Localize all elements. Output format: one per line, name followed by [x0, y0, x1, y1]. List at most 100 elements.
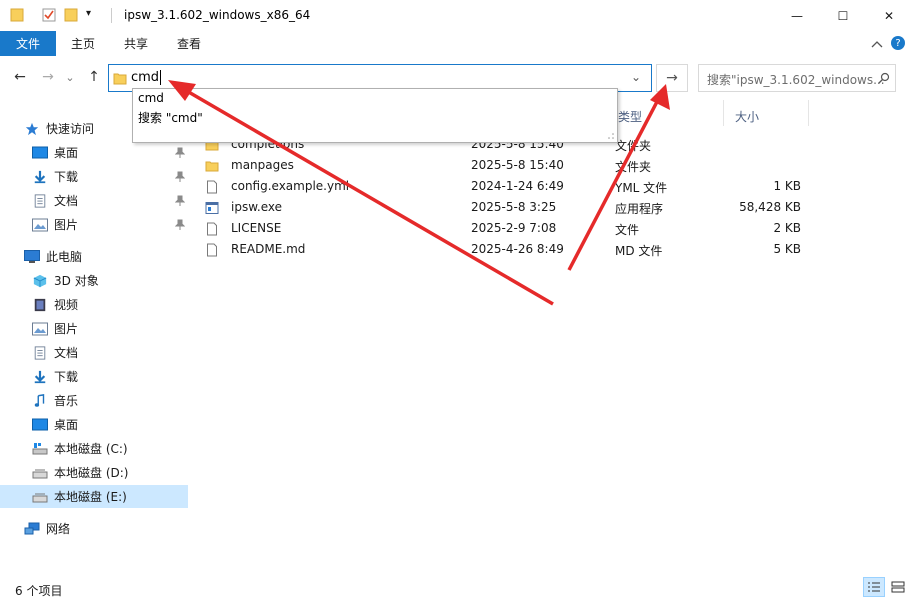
- file-row[interactable]: manpages 2025-5-8 15:40 文件夹: [205, 155, 815, 176]
- sidebar-item-label: 图片: [54, 218, 79, 232]
- search-box[interactable]: 搜索"ipsw_3.1.602_windows...: [698, 64, 896, 92]
- close-button[interactable]: ✕: [866, 0, 911, 31]
- title-bar: ▾ ipsw_3.1.602_windows_x86_64 — ☐ ✕: [0, 0, 911, 31]
- chevron-down-icon[interactable]: ⌄: [631, 70, 641, 84]
- folder-icon: [10, 8, 24, 22]
- sidebar-item-desktop-pc[interactable]: 桌面: [0, 413, 188, 436]
- pin-icon[interactable]: [175, 147, 185, 159]
- item-count: 6 个项目: [15, 584, 63, 598]
- download-icon: [34, 170, 46, 183]
- network-icon: [24, 522, 40, 534]
- sidebar-item-desktop[interactable]: 桌面: [0, 141, 188, 164]
- sidebar-item-documents-pc[interactable]: 文档: [0, 341, 188, 364]
- file-row[interactable]: LICENSE 2025-2-9 7:08 文件 2 KB: [205, 218, 815, 239]
- file-name: manpages: [231, 158, 294, 172]
- sidebar-item-label: 网络: [46, 522, 71, 536]
- pin-icon[interactable]: [175, 219, 185, 231]
- maximize-button[interactable]: ☐: [820, 0, 866, 31]
- file-icon: [207, 180, 217, 193]
- sidebar-item-pictures[interactable]: 图片: [0, 213, 188, 236]
- quick-access-toolbar-dropdown[interactable]: ▾: [86, 8, 91, 19]
- window-title: ipsw_3.1.602_windows_x86_64: [124, 8, 311, 22]
- up-button[interactable]: ↑: [83, 66, 105, 88]
- drive-icon: [32, 442, 48, 454]
- sidebar-item-label: 桌面: [54, 418, 79, 432]
- recent-locations-button[interactable]: ⌄: [62, 66, 78, 88]
- file-row[interactable]: ipsw.exe 2025-5-8 3:25 应用程序 58,428 KB: [205, 197, 815, 218]
- minimize-button[interactable]: —: [774, 0, 820, 31]
- sidebar-item-label: 本地磁盘 (E:): [54, 490, 127, 504]
- file-icon: [207, 222, 217, 235]
- column-separator[interactable]: [808, 100, 809, 126]
- sidebar-item-label: 本地磁盘 (D:): [54, 466, 129, 480]
- navigation-pane: 快速访问 桌面 下载 文档 图片 此电脑 3D 对象 视频 图片 文档 下载 音…: [0, 110, 190, 570]
- sidebar-item-3d-objects[interactable]: 3D 对象: [0, 269, 188, 292]
- computer-icon: [24, 249, 40, 263]
- file-row[interactable]: config.example.yml 2024-1-24 6:49 YML 文件…: [205, 176, 815, 197]
- sidebar-item-documents[interactable]: 文档: [0, 189, 188, 212]
- sidebar-item-label: 视频: [54, 298, 79, 312]
- picture-icon: [32, 322, 48, 335]
- folder-icon: [205, 161, 219, 171]
- download-icon: [34, 370, 46, 383]
- file-date: 2025-2-9 7:08: [471, 221, 557, 235]
- sidebar-item-music[interactable]: 音乐: [0, 389, 188, 412]
- tab-share[interactable]: 共享: [111, 31, 161, 56]
- column-separator[interactable]: [723, 100, 724, 126]
- file-list: 类型 大小 completions 2025-5-8 15:40 文件夹 man…: [190, 100, 911, 570]
- properties-icon[interactable]: [42, 8, 56, 22]
- new-folder-icon[interactable]: [64, 8, 78, 22]
- large-icons-view-icon: [891, 581, 905, 593]
- back-button[interactable]: ←: [9, 66, 31, 88]
- details-view-button[interactable]: [863, 577, 885, 597]
- pin-icon[interactable]: [175, 195, 185, 207]
- file-row[interactable]: README.md 2025-4-26 8:49 MD 文件 5 KB: [205, 239, 815, 260]
- sidebar-item-downloads[interactable]: 下载: [0, 165, 188, 188]
- video-icon: [34, 298, 46, 311]
- ribbon: 文件 主页 共享 查看 ?: [0, 31, 911, 56]
- column-header-type[interactable]: 类型: [618, 108, 642, 125]
- sidebar-item-label: 此电脑: [46, 250, 83, 264]
- address-input[interactable]: cmd: [131, 70, 162, 85]
- file-name: ipsw.exe: [231, 200, 283, 214]
- sidebar-item-label: 下载: [54, 370, 79, 384]
- tab-home[interactable]: 主页: [58, 31, 108, 56]
- sidebar-item-this-pc[interactable]: 此电脑: [0, 245, 188, 268]
- search-input[interactable]: 搜索"ipsw_3.1.602_windows...: [707, 71, 885, 88]
- pin-icon[interactable]: [175, 171, 185, 183]
- sidebar-item-drive-e[interactable]: 本地磁盘 (E:): [0, 485, 188, 508]
- resize-grip-icon[interactable]: [607, 132, 615, 140]
- tab-file[interactable]: 文件: [0, 31, 56, 56]
- go-button[interactable]: →: [656, 64, 688, 92]
- sidebar-item-network[interactable]: 网络: [0, 517, 188, 540]
- folder-icon: [113, 73, 127, 85]
- chevron-up-icon[interactable]: [871, 39, 883, 49]
- sidebar-item-pictures-pc[interactable]: 图片: [0, 317, 188, 340]
- forward-button[interactable]: →: [37, 66, 59, 88]
- drive-icon: [32, 469, 48, 478]
- file-type: 文件夹: [615, 139, 652, 153]
- file-icon: [207, 243, 217, 256]
- search-icon[interactable]: [878, 72, 890, 84]
- sidebar-item-label: 文档: [54, 194, 79, 208]
- autocomplete-item-cmd[interactable]: cmd: [138, 91, 164, 105]
- file-size: 2 KB: [773, 221, 801, 235]
- help-icon[interactable]: ?: [891, 36, 905, 50]
- star-icon: [25, 122, 39, 135]
- tab-view[interactable]: 查看: [164, 31, 214, 56]
- cube-icon: [33, 274, 47, 287]
- sidebar-item-downloads-pc[interactable]: 下载: [0, 365, 188, 388]
- file-type: 文件夹: [615, 160, 652, 174]
- sidebar-item-drive-c[interactable]: 本地磁盘 (C:): [0, 437, 188, 460]
- autocomplete-item-search[interactable]: 搜索 "cmd": [138, 109, 203, 126]
- column-header-size[interactable]: 大小: [735, 108, 759, 125]
- file-name: README.md: [231, 242, 306, 256]
- sidebar-item-drive-d[interactable]: 本地磁盘 (D:): [0, 461, 188, 484]
- large-icons-view-button[interactable]: [887, 577, 909, 597]
- sidebar-item-label: 下载: [54, 170, 79, 184]
- file-size: 58,428 KB: [739, 200, 801, 214]
- picture-icon: [32, 218, 48, 231]
- desktop-icon: [32, 418, 48, 430]
- sidebar-item-videos[interactable]: 视频: [0, 293, 188, 316]
- file-date: 2025-5-8 3:25: [471, 200, 557, 214]
